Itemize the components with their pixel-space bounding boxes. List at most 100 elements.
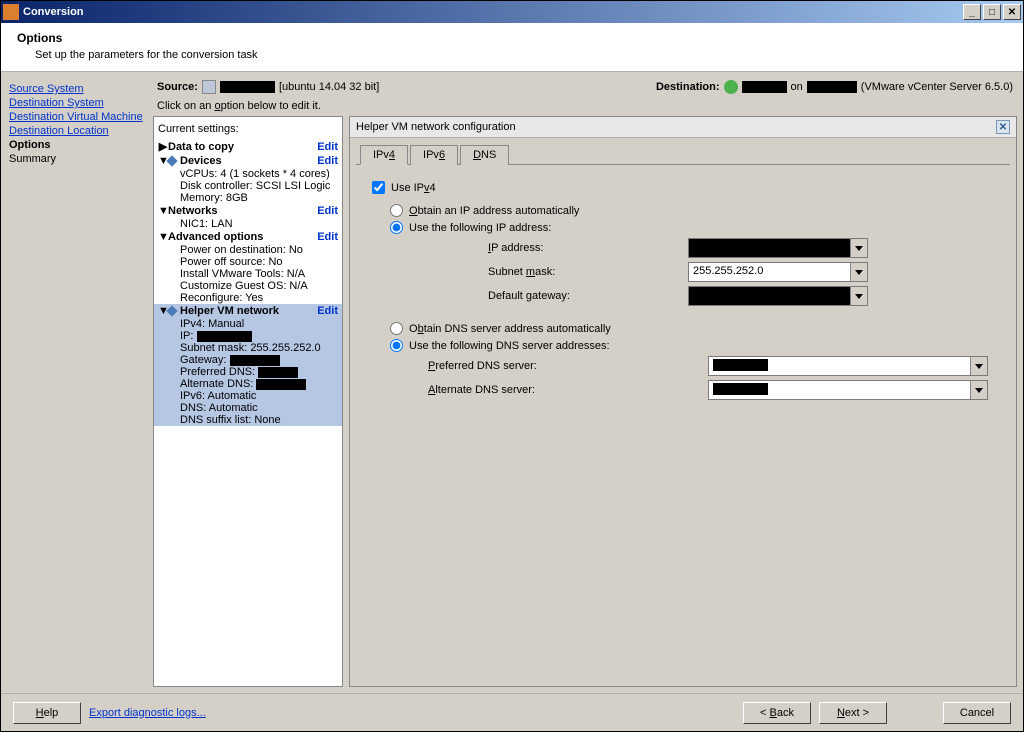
default-gateway-value-redacted <box>689 287 850 305</box>
tree-nic1: NIC1: LAN <box>158 218 338 230</box>
source-label: Source: <box>157 81 198 93</box>
source-name-redacted <box>220 81 275 93</box>
settings-tree: Current settings: ▶ Data to copy Edit ▼ … <box>153 116 343 687</box>
tab-ipv4[interactable]: IPv4 <box>360 145 408 165</box>
tree-dns-suffix: DNS suffix list: None <box>158 414 338 426</box>
obtain-ip-label: Obtain an IP address automatically <box>409 205 579 217</box>
tree-install-tools: Install VMware Tools: N/A <box>158 268 338 280</box>
tree-alt-dns: Alternate DNS: <box>158 378 338 390</box>
hint-text: Click on an option below to edit it. <box>153 100 1017 116</box>
destination-product: (VMware vCenter Server 6.5.0) <box>861 81 1013 93</box>
step-destination-vm[interactable]: Destination Virtual Machine <box>9 110 145 124</box>
preferred-dns-combo[interactable] <box>708 356 988 376</box>
detail-close-button[interactable]: ✕ <box>996 120 1010 134</box>
obtain-ip-radio[interactable] <box>390 204 403 217</box>
tab-strip: IPv4 IPv6 DNS <box>360 144 1016 164</box>
tree-subnet: Subnet mask: 255.255.252.0 <box>158 342 338 354</box>
step-destination-location[interactable]: Destination Location <box>9 124 145 138</box>
caret-down-icon: ▼ <box>158 205 168 217</box>
alternate-dns-combo[interactable] <box>708 380 988 400</box>
step-destination-system[interactable]: Destination System <box>9 96 145 110</box>
destination-icon <box>724 80 738 94</box>
subnet-mask-combo[interactable]: 255.255.252.0 <box>688 262 868 282</box>
tree-ipv4-mode: IPv4: Manual <box>158 318 338 330</box>
use-ipv4-checkbox[interactable] <box>372 181 385 194</box>
tree-heading: Current settings: <box>158 123 338 135</box>
preferred-dns-label: Preferred DNS server: <box>428 360 608 372</box>
minimize-button[interactable]: _ <box>963 4 981 20</box>
use-ip-label: Use the following IP address: <box>409 222 551 234</box>
cancel-button[interactable]: Cancel <box>943 702 1011 724</box>
tree-dns-mode: DNS: Automatic <box>158 402 338 414</box>
tree-memory: Memory: 8GB <box>158 192 338 204</box>
step-summary[interactable]: Summary <box>9 152 145 166</box>
tab-ipv6[interactable]: IPv6 <box>410 145 458 165</box>
use-ipv4-label: Use IPv4 <box>391 182 436 194</box>
tree-ip: IP: <box>158 330 338 342</box>
edit-link[interactable]: Edit <box>317 141 338 153</box>
help-button[interactable]: Help <box>13 702 81 724</box>
use-dns-label: Use the following DNS server addresses: <box>409 340 610 352</box>
default-gateway-combo[interactable] <box>688 286 868 306</box>
caret-right-icon: ▶ <box>158 140 168 153</box>
app-icon <box>3 4 19 20</box>
page-title: Options <box>17 31 1007 45</box>
step-options[interactable]: Options <box>9 138 145 152</box>
tree-disk-controller: Disk controller: SCSI LSI Logic <box>158 180 338 192</box>
tree-vcpus: vCPUs: 4 (1 sockets * 4 cores) <box>158 168 338 180</box>
conversion-window: Conversion _ □ ✕ Options Set up the para… <box>0 0 1024 732</box>
edit-link[interactable]: Edit <box>317 305 338 317</box>
detail-title-bar: Helper VM network configuration ✕ <box>350 117 1016 138</box>
tree-networks[interactable]: ▼ Networks Edit <box>158 204 338 218</box>
obtain-dns-radio[interactable] <box>390 322 403 335</box>
destination-label: Destination: <box>656 81 720 93</box>
titlebar: Conversion _ □ ✕ <box>1 1 1023 23</box>
use-ip-radio[interactable] <box>390 221 403 234</box>
tree-reconfigure: Reconfigure: Yes <box>158 292 338 304</box>
wizard-footer: Help Export diagnostic logs... < Back Ne… <box>1 693 1023 731</box>
default-gateway-label: Default gateway: <box>428 290 688 302</box>
ip-address-value-redacted <box>689 239 850 257</box>
dropdown-button[interactable] <box>850 287 867 305</box>
caret-down-icon: ▼ <box>158 231 168 243</box>
tree-power-off: Power off source: No <box>158 256 338 268</box>
preferred-dns-value <box>709 357 970 375</box>
export-logs-link[interactable]: Export diagnostic logs... <box>89 707 206 719</box>
edit-link[interactable]: Edit <box>317 205 338 217</box>
subnet-mask-label: Subnet mask: <box>428 266 688 278</box>
tree-advanced[interactable]: ▼ Advanced options Edit <box>158 230 338 244</box>
next-button[interactable]: Next > <box>819 702 887 724</box>
use-dns-radio[interactable] <box>390 339 403 352</box>
destination-name-redacted <box>742 81 787 93</box>
tab-ipv4-body: Use IPv4 Obtain an IP address automatica… <box>356 164 1010 680</box>
close-button[interactable]: ✕ <box>1003 4 1021 20</box>
tab-dns[interactable]: DNS <box>460 145 509 165</box>
window-title: Conversion <box>23 6 963 18</box>
dropdown-button[interactable] <box>850 239 867 257</box>
ip-address-combo[interactable] <box>688 238 868 258</box>
edit-link[interactable]: Edit <box>317 155 338 167</box>
subnet-mask-value: 255.255.252.0 <box>689 263 850 281</box>
tree-data-to-copy[interactable]: ▶ Data to copy Edit <box>158 139 338 154</box>
maximize-button[interactable]: □ <box>983 4 1001 20</box>
dropdown-button[interactable] <box>970 357 987 375</box>
tree-helper-vm-network[interactable]: ▼ Helper VM network Edit <box>158 304 338 318</box>
step-source-system[interactable]: Source System <box>9 82 145 96</box>
tree-customize: Customize Guest OS: N/A <box>158 280 338 292</box>
alternate-dns-label: Alternate DNS server: <box>428 384 608 396</box>
dropdown-button[interactable] <box>970 381 987 399</box>
alternate-dns-value <box>709 381 970 399</box>
edit-link[interactable]: Edit <box>317 231 338 243</box>
dropdown-button[interactable] <box>850 263 867 281</box>
dest-on: on <box>791 81 803 93</box>
detail-title: Helper VM network configuration <box>356 121 996 133</box>
tree-devices[interactable]: ▼ Devices Edit <box>158 154 338 168</box>
tree-power-on: Power on destination: No <box>158 244 338 256</box>
back-button[interactable]: < Back <box>743 702 811 724</box>
source-destination-bar: Source: [ubuntu 14.04 32 bit] Destinatio… <box>153 78 1017 100</box>
wizard-header: Options Set up the parameters for the co… <box>1 23 1023 72</box>
source-icon <box>202 80 216 94</box>
destination-host-redacted <box>807 81 857 93</box>
tree-ipv6-mode: IPv6: Automatic <box>158 390 338 402</box>
page-subtitle: Set up the parameters for the conversion… <box>35 49 1007 61</box>
